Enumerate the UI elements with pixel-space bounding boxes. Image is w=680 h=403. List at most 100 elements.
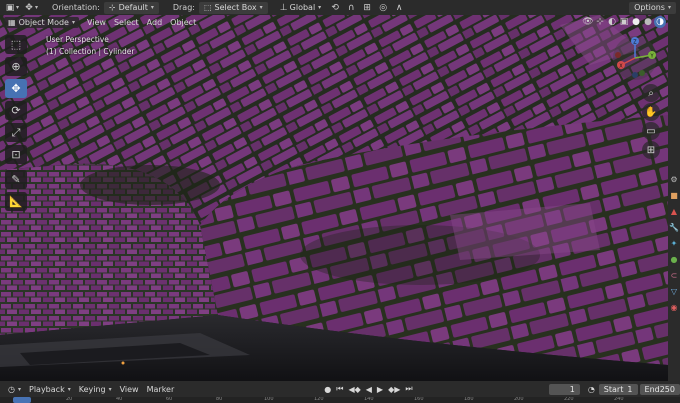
- timeline-editor-button[interactable]: ◷ ▾: [8, 385, 21, 394]
- xray-toggle-icon[interactable]: ▣: [618, 16, 630, 28]
- particles-tab-icon[interactable]: ✦: [669, 239, 679, 249]
- mode-value: Object Mode: [18, 17, 69, 27]
- shading-solid-icon[interactable]: ●: [642, 16, 654, 28]
- navigation-gizmo[interactable]: Z Y X: [612, 35, 658, 81]
- global-axes-icon: ⊥: [279, 2, 288, 13]
- gizmo-toggle-icon[interactable]: ⊹: [594, 16, 606, 28]
- ruler-tick: 40: [116, 397, 123, 402]
- object-mode-icon: ▦: [8, 17, 16, 27]
- ruler-tick: 160: [414, 397, 424, 402]
- chevron-down-icon: ▾: [71, 18, 75, 26]
- constraints-tab-icon[interactable]: ⊂: [669, 271, 679, 281]
- chevron-down-icon: ▾: [35, 4, 39, 11]
- next-key-icon[interactable]: ◆▶: [388, 385, 400, 394]
- current-frame-field[interactable]: 1: [548, 383, 580, 395]
- view-menu[interactable]: View: [120, 385, 139, 394]
- snap-grid-icon: ⊞: [363, 2, 371, 13]
- chevron-down-icon: ▾: [17, 385, 21, 393]
- chevron-down-icon: ▾: [667, 4, 671, 11]
- options-dropdown[interactable]: Options ▾: [629, 1, 676, 14]
- select-box-icon: ⬚: [203, 3, 212, 12]
- playhead-marker[interactable]: [13, 397, 31, 403]
- camera-view-button[interactable]: ▭: [642, 122, 660, 140]
- end-frame-field[interactable]: End 250: [639, 383, 680, 395]
- start-frame-field[interactable]: Start 1: [598, 383, 638, 395]
- proportional-edit-toggle[interactable]: ◎: [377, 1, 389, 14]
- transform-orientation-dropdown[interactable]: ⊥ Global ▾: [278, 1, 321, 14]
- transform-pivot-button[interactable]: ✥ ▾: [23, 1, 38, 14]
- cursor-tool[interactable]: ⊕: [5, 57, 27, 76]
- visibility-eye-icon[interactable]: 👁: [582, 16, 594, 28]
- overlay-toggle-icon[interactable]: ◐: [606, 16, 618, 28]
- pivot-button[interactable]: ⟲: [329, 1, 341, 14]
- scale-icon: ⤢: [11, 125, 21, 139]
- select-box-tool[interactable]: ⬚: [5, 35, 27, 54]
- move-icon: ✥: [11, 82, 21, 95]
- menu-object[interactable]: Object: [170, 18, 196, 27]
- menu-view[interactable]: View: [87, 18, 106, 27]
- stopwatch-icon[interactable]: ◔: [588, 385, 595, 394]
- modifier-tab-icon[interactable]: 🔧: [669, 223, 679, 233]
- collection-label: (1) Collection | Cylinder: [46, 47, 135, 56]
- zoom-magnifier-icon: ⌕: [648, 87, 654, 99]
- scale-tool[interactable]: ⤢: [5, 123, 27, 142]
- tool-tab-icon[interactable]: ⚙: [669, 175, 679, 185]
- ruler-tick: 180: [464, 397, 474, 402]
- zoom-button[interactable]: ⌕: [642, 84, 660, 102]
- end-label: End: [644, 384, 660, 394]
- record-icon[interactable]: ●: [324, 385, 331, 394]
- keying-menu[interactable]: Keying ▾: [79, 385, 112, 394]
- falloff-button[interactable]: ∧: [393, 1, 405, 14]
- play-reverse-icon[interactable]: ◀: [366, 385, 372, 394]
- physics-tab-icon[interactable]: ●: [669, 255, 679, 265]
- perspective-label: User Perspective: [46, 35, 109, 44]
- start-label: Start: [603, 384, 624, 394]
- drag-dropdown[interactable]: ⬚ Select Box ▾: [198, 1, 268, 14]
- ortho-toggle-button[interactable]: ⊞: [642, 141, 660, 159]
- frame-ruler[interactable]: 20 40 60 80 100 120 140 160 180 200 220 …: [0, 397, 680, 403]
- timeline-header: ◷ ▾ Playback ▾ Keying ▾ View Marker ● ⏮ ◀◆ …: [0, 381, 680, 397]
- jump-end-icon[interactable]: ⏭: [405, 384, 412, 394]
- transform-orientation-value: Global: [289, 3, 316, 12]
- menu-add[interactable]: Add: [147, 18, 163, 27]
- shading-wireframe-icon[interactable]: ●: [630, 16, 642, 28]
- shading-material-icon[interactable]: ◑: [654, 16, 666, 28]
- snap-target-button[interactable]: ⊞: [361, 1, 373, 14]
- object-tab-icon[interactable]: ■: [669, 191, 679, 201]
- measure-tool[interactable]: 📐: [5, 192, 27, 211]
- editor-type-button[interactable]: ▣ ▾: [4, 1, 19, 14]
- select-box-icon: ⬚: [10, 38, 22, 51]
- 3d-viewport[interactable]: [0, 15, 668, 381]
- jump-start-icon[interactable]: ⏮: [336, 384, 343, 394]
- pivot-icon: ⟲: [331, 2, 339, 13]
- marker-label: Marker: [146, 384, 175, 394]
- marker-menu[interactable]: Marker: [147, 385, 175, 394]
- chevron-down-icon: ▾: [259, 4, 263, 11]
- render-tab-icon[interactable]: ▲: [669, 207, 679, 217]
- rotate-icon: ⟳: [11, 104, 21, 117]
- drag-value: Select Box: [214, 3, 257, 12]
- mode-dropdown[interactable]: ▦ Object Mode ▾: [4, 16, 79, 28]
- prev-key-icon[interactable]: ◀◆: [348, 385, 360, 394]
- falloff-curve-icon: ∧: [395, 2, 403, 13]
- material-tab-icon[interactable]: ◉: [669, 303, 679, 313]
- editor-type-icon: ▣: [5, 2, 15, 13]
- rotate-tool[interactable]: ⟳: [5, 101, 27, 120]
- transform-tool[interactable]: ⊡: [5, 145, 27, 164]
- move-tool[interactable]: ✥: [5, 79, 27, 98]
- annotate-tool[interactable]: ✎: [5, 170, 27, 189]
- orientation-dropdown[interactable]: ⊹ Default ▾: [103, 1, 159, 14]
- menu-select[interactable]: Select: [114, 18, 139, 27]
- pencil-icon: ✎: [11, 173, 21, 186]
- playback-menu[interactable]: Playback ▾: [29, 385, 71, 394]
- orientation-label: Orientation:: [52, 3, 100, 12]
- play-icon[interactable]: ▶: [377, 385, 383, 394]
- header-bar: ▣ ▾ ✥ ▾ Orientation: ⊹ Default ▾ Drag: ⬚ S…: [0, 0, 680, 15]
- proportional-circle-icon: ◎: [379, 2, 388, 13]
- drag-group: Drag: ⬚ Select Box ▾: [173, 1, 268, 14]
- data-tab-icon[interactable]: ▽: [669, 287, 679, 297]
- snap-toggle[interactable]: ∩: [345, 1, 357, 14]
- pan-button[interactable]: ✋: [642, 103, 660, 121]
- cursor-icon: ⊕: [11, 60, 21, 73]
- viewport-header: ▦ Object Mode ▾ View Select Add Object 👁…: [0, 15, 680, 29]
